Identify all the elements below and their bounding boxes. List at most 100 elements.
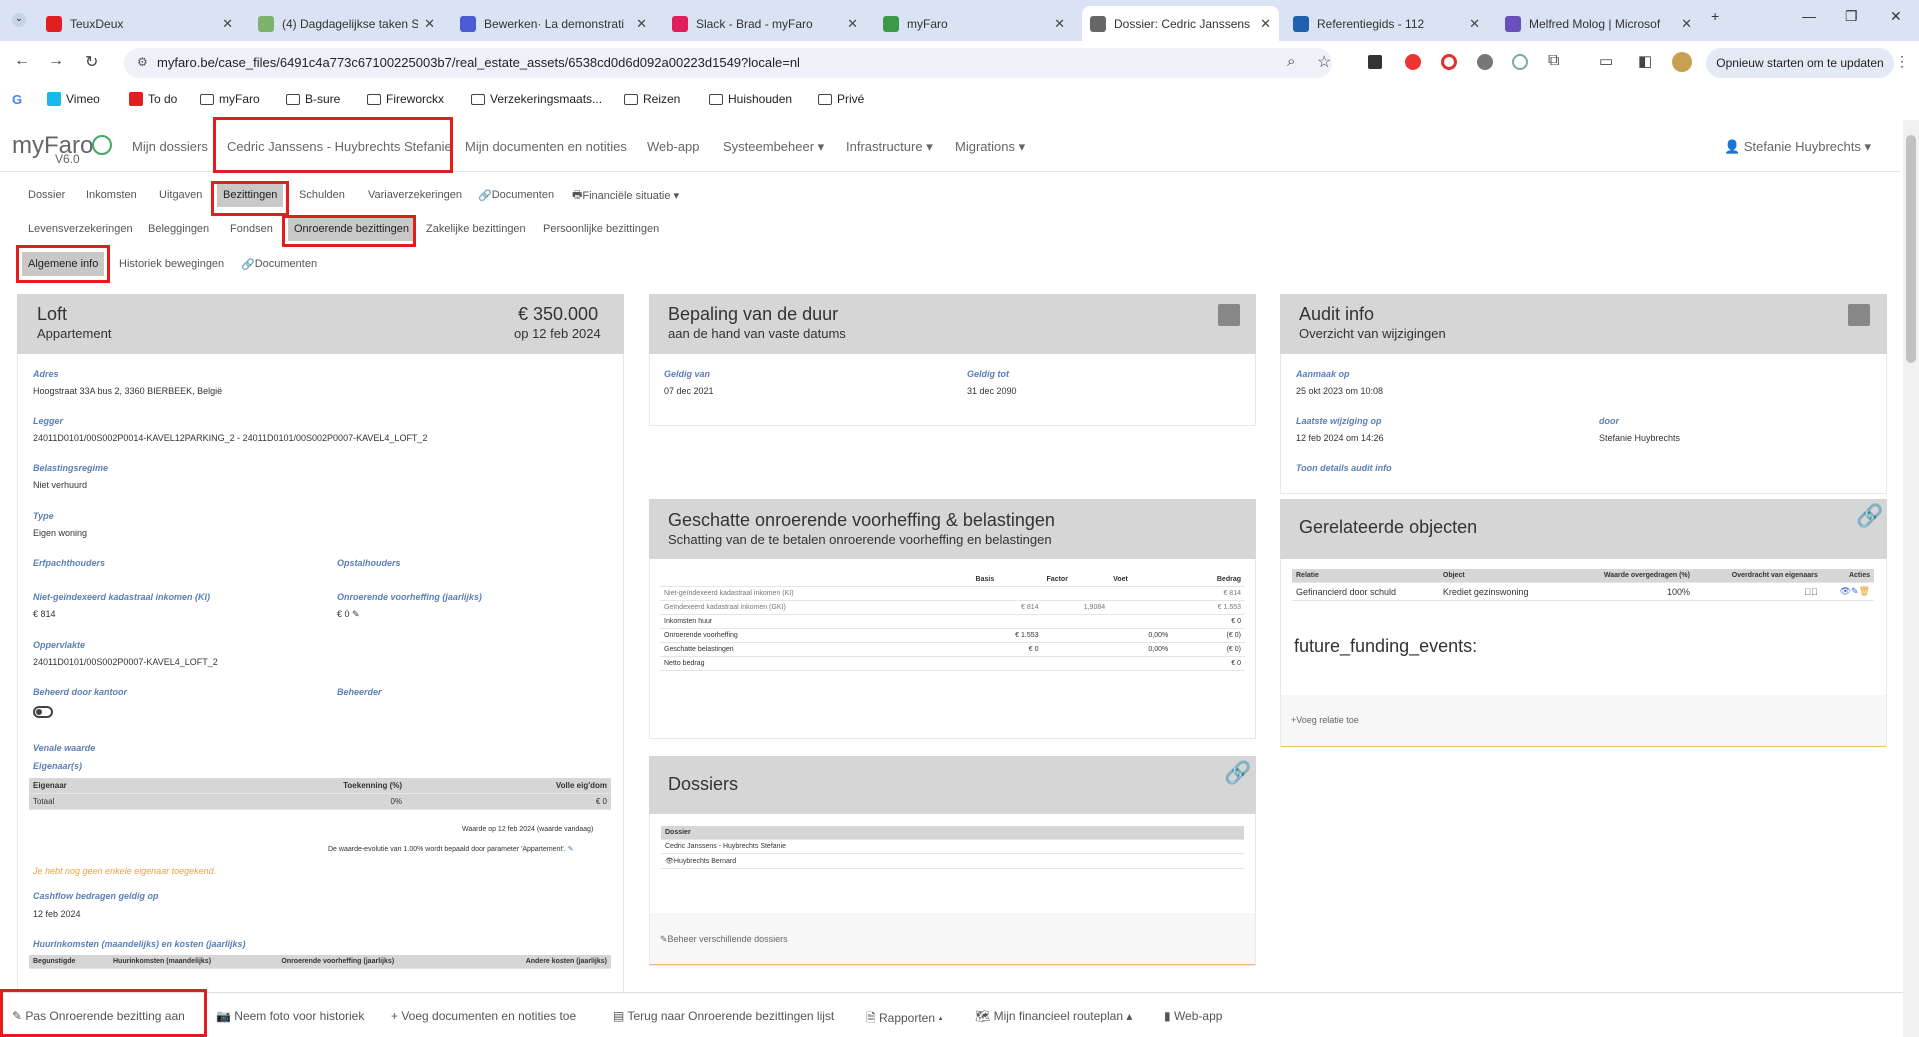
- tab-close-icon[interactable]: ✕: [1681, 16, 1692, 32]
- bookmark-item[interactable]: Fireworckx: [367, 92, 444, 106]
- restore-icon[interactable]: ❐: [1845, 8, 1858, 25]
- row-actions[interactable]: 👁✎🗑: [1821, 582, 1874, 601]
- back-icon[interactable]: ←: [14, 52, 30, 70]
- tab-0[interactable]: Dossier: [22, 183, 71, 207]
- zoom-icon[interactable]: ⌕: [1287, 53, 1295, 70]
- bookmark-item[interactable]: Huishouden: [709, 92, 792, 106]
- footer-action-0[interactable]: ✎ Pas Onroerende bezitting aan: [12, 1009, 185, 1023]
- bookmark-item[interactable]: Privé: [818, 92, 864, 106]
- pencil-icon[interactable]: ✎: [352, 609, 360, 619]
- table-cell[interactable]: Cedric Janssens - Huybrechts Stefanie: [661, 839, 1244, 854]
- subtab-5[interactable]: Persoonlijke bezittingen: [537, 217, 665, 241]
- brand-name[interactable]: myFaro: [12, 132, 93, 160]
- tab-7[interactable]: 🖶 Financiële situatie ▾: [566, 183, 685, 207]
- tab-close-icon[interactable]: ✕: [1054, 16, 1065, 32]
- site-info-icon[interactable]: ⚙: [137, 55, 148, 69]
- bookmark-item[interactable]: Reizen: [624, 92, 680, 106]
- table-row[interactable]: Cedric Janssens - Huybrechts Stefanie: [661, 839, 1244, 854]
- extension-icon[interactable]: [1477, 54, 1493, 70]
- add-relation-button[interactable]: +Voeg relatie toe: [1291, 715, 1359, 725]
- tab-close-icon[interactable]: ✕: [1260, 16, 1271, 32]
- subtab-3[interactable]: Onroerende bezittingen: [288, 217, 415, 241]
- new-tab-button[interactable]: +: [1711, 8, 1719, 24]
- detail-tab-2[interactable]: 🔗 Documenten: [235, 252, 323, 276]
- bookmark-item[interactable]: myFaro: [200, 92, 260, 106]
- minimize-icon[interactable]: —: [1802, 8, 1816, 24]
- bookmark-item[interactable]: Vimeo: [47, 92, 100, 106]
- footer-action-6[interactable]: ▮ Web-app: [1164, 1009, 1222, 1023]
- tab-close-icon[interactable]: ✕: [1469, 16, 1480, 32]
- browser-tab[interactable]: Referentiegids - 112 ✕: [1285, 6, 1488, 41]
- forward-icon[interactable]: →: [48, 52, 64, 70]
- bookmark-item[interactable]: Verzekeringsmaats...: [471, 92, 602, 106]
- browser-tab[interactable]: (4) Dagdagelijkse taken S ✕: [250, 6, 443, 41]
- nav-item[interactable]: Migrations ▾: [955, 139, 1025, 155]
- menu-icon[interactable]: ⋮: [1895, 53, 1909, 70]
- tab-2[interactable]: Uitgaven: [153, 183, 208, 207]
- puzzle-icon[interactable]: ⧉: [1548, 52, 1559, 70]
- footer-action-1[interactable]: 📷 Neem foto voor historiek: [216, 1009, 364, 1023]
- nav-item[interactable]: Web-app: [647, 139, 700, 154]
- tab-6[interactable]: 🔗 Documenten: [472, 183, 560, 207]
- view-icon[interactable]: 👁: [1840, 586, 1851, 596]
- scrollbar-thumb[interactable]: [1906, 135, 1916, 363]
- close-window-icon[interactable]: ✕: [1890, 8, 1902, 25]
- bookmark-star-icon[interactable]: ☆: [1317, 52, 1331, 72]
- delete-icon[interactable]: 🗑: [1859, 586, 1870, 596]
- tab-4[interactable]: Schulden: [293, 183, 351, 207]
- nav-item[interactable]: Systeembeheer ▾: [723, 139, 824, 155]
- bookmark-item[interactable]: To do: [129, 92, 177, 106]
- user-menu[interactable]: 👤 Stefanie Huybrechts ▾: [1724, 139, 1871, 155]
- subtab-2[interactable]: Fondsen: [224, 217, 279, 241]
- edit-icon[interactable]: ✎: [568, 846, 574, 853]
- detail-tab-1[interactable]: Historiek bewegingen: [113, 252, 230, 276]
- google-icon[interactable]: G: [12, 92, 22, 107]
- managed-by-office-toggle[interactable]: [33, 706, 53, 718]
- footer-action-4[interactable]: 🗎 Rapporten ▴: [866, 1009, 943, 1030]
- tab-search-icon[interactable]: ⌄: [12, 13, 26, 27]
- detail-tab-0[interactable]: Algemene info: [22, 252, 105, 276]
- footer-action-5[interactable]: 🗺 Mijn financieel routeplan ▴: [975, 1009, 1132, 1023]
- transfer-toggle[interactable]: ⬤⃝: [1693, 582, 1822, 601]
- nav-item[interactable]: Mijn documenten en notities: [465, 139, 627, 154]
- update-button[interactable]: Opnieuw starten om te updaten: [1706, 48, 1894, 78]
- table-row[interactable]: 👁Huybrechts Bernard: [661, 853, 1244, 869]
- edit-icon[interactable]: ✎: [1851, 586, 1859, 596]
- tab-close-icon[interactable]: ✕: [847, 16, 858, 32]
- reload-icon[interactable]: ↻: [85, 52, 98, 72]
- eye-icon[interactable]: 👁: [665, 858, 674, 865]
- browser-tab[interactable]: Dossier: Cedric Janssens ✕: [1082, 6, 1279, 41]
- tab-5[interactable]: Variaverzekeringen: [362, 183, 468, 207]
- nav-item[interactable]: Mijn dossiers: [132, 139, 208, 154]
- tab-3[interactable]: Bezittingen: [217, 183, 284, 207]
- tab-close-icon[interactable]: ✕: [222, 16, 233, 32]
- tab-close-icon[interactable]: ✕: [636, 16, 647, 32]
- manage-dossiers-button[interactable]: ✎Beheer verschillende dossiers: [660, 934, 788, 945]
- url-text[interactable]: myfaro.be/case_files/6491c4a773c67100225…: [157, 55, 800, 70]
- browser-tab[interactable]: Melfred Molog | Microsof ✕: [1497, 6, 1700, 41]
- profile-avatar[interactable]: [1672, 52, 1692, 72]
- browser-tab[interactable]: TeuxDeux ✕: [38, 6, 241, 41]
- valid-from-value: 07 dec 2021: [664, 386, 714, 396]
- browser-tab[interactable]: Slack - Brad - myFaro ✕: [664, 6, 866, 41]
- tab-close-icon[interactable]: ✕: [424, 16, 435, 32]
- audit-details-link[interactable]: Toon details audit info: [1296, 463, 1392, 473]
- adblock-icon[interactable]: [1405, 54, 1421, 70]
- footer-action-3[interactable]: ▤ Terug naar Onroerende bezittingen lijs…: [613, 1009, 834, 1023]
- table-cell[interactable]: 👁Huybrechts Bernard: [661, 853, 1244, 869]
- subtab-4[interactable]: Zakelijke bezittingen: [420, 217, 532, 241]
- subtab-1[interactable]: Beleggingen: [142, 217, 215, 241]
- cast-icon[interactable]: ▭: [1599, 52, 1613, 70]
- browser-tab[interactable]: myFaro ✕: [875, 6, 1073, 41]
- bookmark-item[interactable]: B-sure: [286, 92, 340, 106]
- extension-icon[interactable]: [1512, 54, 1528, 70]
- extension-icon[interactable]: [1368, 55, 1382, 69]
- side-panel-icon[interactable]: ◧: [1638, 52, 1652, 70]
- footer-action-2[interactable]: + Voeg documenten en notities toe: [391, 1009, 576, 1023]
- subtab-0[interactable]: Levensverzekeringen: [22, 217, 139, 241]
- browser-tab[interactable]: Bewerken· La demonstrati ✕: [452, 6, 655, 41]
- extension-icon[interactable]: [1441, 54, 1457, 70]
- nav-item[interactable]: Cedric Janssens - Huybrechts Stefanie: [227, 139, 452, 154]
- tab-1[interactable]: Inkomsten: [80, 183, 143, 207]
- nav-item[interactable]: Infrastructure ▾: [846, 139, 933, 155]
